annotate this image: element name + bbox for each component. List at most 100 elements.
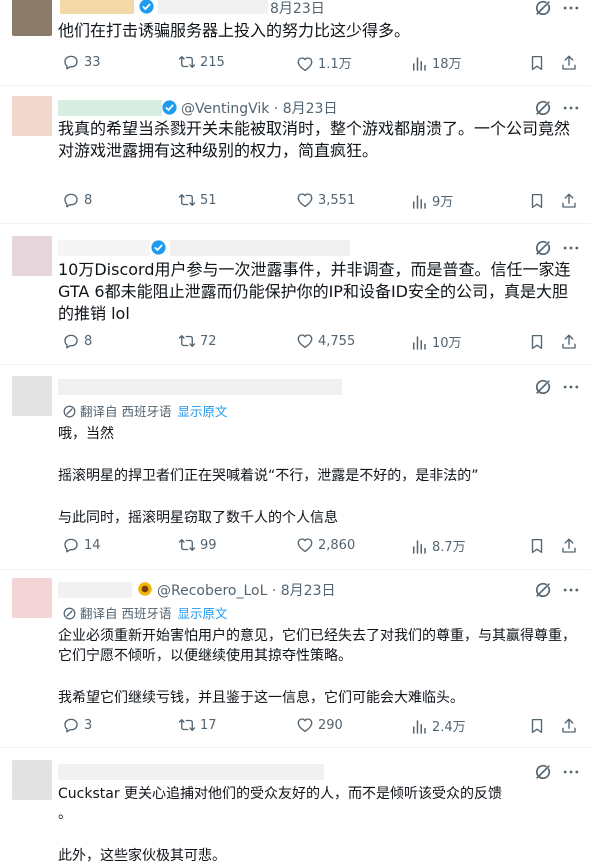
tweet-text: 我真的希望当杀戮开关未能被取消时，整个游戏都崩溃了。一个公司竟然对游戏泄露拥有这… bbox=[58, 119, 571, 160]
views-button[interactable]: 2.4万 bbox=[410, 716, 466, 738]
reply-button[interactable]: 33 bbox=[62, 53, 101, 75]
share-icon[interactable] bbox=[560, 536, 578, 556]
retweet-icon bbox=[178, 719, 196, 731]
like-icon bbox=[297, 334, 313, 349]
retweet-button[interactable]: 51 bbox=[178, 191, 217, 213]
views-icon bbox=[413, 720, 426, 734]
tweet-reply[interactable]: @VentingVik · 8月23日 我真的希望当杀戮开关未能被取消时，整个游… bbox=[0, 86, 591, 224]
reply-button[interactable]: 8 bbox=[62, 332, 92, 354]
author-handle[interactable]: @VentingVik · 8月23日 bbox=[181, 98, 337, 118]
retweet-count: 17 bbox=[200, 718, 217, 733]
retweet-icon bbox=[178, 56, 196, 68]
grok-icon[interactable] bbox=[533, 98, 553, 118]
bookmark-icon[interactable] bbox=[528, 333, 546, 351]
tweet-reply[interactable]: Cuckstar 更关心追捕对他们的受众友好的人，而不是倾听该受众的反馈 。 此… bbox=[0, 748, 591, 867]
views-button[interactable]: 18万 bbox=[410, 53, 462, 75]
views-button[interactable]: 10万 bbox=[410, 332, 462, 354]
reply-icon bbox=[64, 193, 78, 208]
author-name-redacted[interactable] bbox=[60, 0, 134, 14]
share-icon[interactable] bbox=[560, 716, 578, 736]
author-name-redacted[interactable] bbox=[58, 240, 150, 256]
retweet-button[interactable]: 215 bbox=[178, 53, 225, 75]
reply-count: 8 bbox=[84, 193, 93, 208]
reply-count: 8 bbox=[84, 334, 93, 349]
retweet-button[interactable]: 72 bbox=[178, 332, 217, 354]
author-name-redacted[interactable] bbox=[58, 379, 342, 395]
views-button[interactable]: 9万 bbox=[410, 191, 453, 213]
reply-count: 33 bbox=[84, 55, 101, 70]
bookmark-icon[interactable] bbox=[528, 54, 546, 72]
tweet-text: 此外，这些家伙极其可悲。 bbox=[58, 848, 226, 864]
reply-feed: 8月23日 他们在打击诱骗服务器上投入的努力比这少得多。 33 215 1.1万… bbox=[0, 0, 591, 867]
views-icon bbox=[413, 195, 426, 209]
tweet-reply[interactable]: @Recobero_LoL · 8月23日 翻译自 西班牙语 显示原文 企业必须重… bbox=[0, 570, 591, 748]
grok-icon[interactable] bbox=[533, 377, 553, 397]
author-handle[interactable]: @Recobero_LoL · 8月23日 bbox=[157, 580, 335, 600]
tweet-text: 他们在打击诱骗服务器上投入的努力比这少得多。 bbox=[58, 21, 411, 40]
translate-icon bbox=[63, 405, 76, 418]
retweet-count: 99 bbox=[200, 538, 217, 553]
more-icon[interactable] bbox=[561, 98, 581, 118]
avatar[interactable] bbox=[12, 0, 52, 36]
tweet-date[interactable]: 8月23日 bbox=[270, 0, 325, 18]
translated-from-label: 翻译自 西班牙语 bbox=[80, 606, 172, 621]
retweet-button[interactable]: 99 bbox=[178, 536, 217, 558]
show-original-link[interactable]: 显示原文 bbox=[177, 606, 227, 621]
verified-badge-icon bbox=[151, 240, 166, 255]
translate-icon bbox=[63, 607, 76, 620]
more-icon[interactable] bbox=[561, 580, 581, 600]
more-icon[interactable] bbox=[561, 0, 581, 18]
tweet-reply[interactable]: 8月23日 他们在打击诱骗服务器上投入的努力比这少得多。 33 215 1.1万… bbox=[0, 0, 591, 86]
author-name-redacted[interactable] bbox=[58, 764, 324, 780]
like-icon bbox=[297, 718, 313, 733]
avatar[interactable] bbox=[12, 578, 52, 618]
views-count: 10万 bbox=[432, 336, 462, 351]
author-name-redacted[interactable] bbox=[58, 100, 162, 116]
like-button[interactable]: 1.1万 bbox=[296, 53, 352, 75]
tweet-text: 与此同时，摇滚明星窃取了数千人的个人信息 bbox=[58, 510, 338, 526]
like-button[interactable]: 2,860 bbox=[296, 536, 355, 558]
views-count: 2.4万 bbox=[432, 720, 466, 735]
views-count: 9万 bbox=[432, 195, 454, 210]
views-button[interactable]: 8.7万 bbox=[410, 536, 466, 558]
tweet-reply[interactable]: 翻译自 西班牙语 显示原文 哦，当然 摇滚明星的捍卫者们正在哭喊着说“不行，泄露是… bbox=[0, 365, 591, 570]
more-icon[interactable] bbox=[561, 238, 581, 258]
grok-icon[interactable] bbox=[533, 580, 553, 600]
tweet-text: 10万Discord用户参与一次泄露事件，并非调查，而是普查。信任一家连GTA … bbox=[58, 260, 571, 323]
tweet-reply[interactable]: 10万Discord用户参与一次泄露事件，并非调查，而是普查。信任一家连GTA … bbox=[0, 224, 591, 365]
views-count: 18万 bbox=[432, 57, 462, 72]
show-original-link[interactable]: 显示原文 bbox=[177, 404, 227, 419]
more-icon[interactable] bbox=[561, 377, 581, 397]
grok-icon[interactable] bbox=[533, 0, 553, 18]
like-button[interactable]: 3,551 bbox=[296, 191, 355, 213]
author-handle-redacted bbox=[158, 0, 268, 14]
grok-icon[interactable] bbox=[533, 762, 553, 782]
bookmark-icon[interactable] bbox=[528, 717, 546, 735]
bookmark-icon[interactable] bbox=[528, 192, 546, 210]
avatar[interactable] bbox=[12, 236, 52, 276]
like-button[interactable]: 290 bbox=[296, 716, 343, 738]
verified-badge-icon bbox=[139, 0, 154, 14]
reply-button[interactable]: 8 bbox=[62, 191, 92, 213]
avatar[interactable] bbox=[12, 760, 52, 800]
tweet-text: 我希望它们继续亏钱，并且鉴于这一信息，它们可能会大难临头。 bbox=[58, 690, 464, 706]
reply-button[interactable]: 14 bbox=[62, 536, 101, 558]
avatar[interactable] bbox=[12, 376, 52, 416]
grok-icon[interactable] bbox=[533, 238, 553, 258]
more-icon[interactable] bbox=[561, 762, 581, 782]
share-icon[interactable] bbox=[560, 191, 578, 211]
avatar[interactable] bbox=[12, 96, 52, 136]
reply-icon bbox=[64, 55, 78, 70]
tweet-text: 。 bbox=[58, 806, 72, 822]
share-icon[interactable] bbox=[560, 53, 578, 73]
like-count: 3,551 bbox=[318, 193, 356, 208]
like-icon bbox=[297, 57, 313, 72]
bookmark-icon[interactable] bbox=[528, 537, 546, 555]
tweet-text: 哦，当然 bbox=[58, 426, 114, 442]
reply-button[interactable]: 3 bbox=[62, 716, 92, 738]
share-icon[interactable] bbox=[560, 332, 578, 352]
retweet-button[interactable]: 17 bbox=[178, 716, 217, 738]
retweet-icon bbox=[178, 539, 196, 551]
like-button[interactable]: 4,755 bbox=[296, 332, 355, 354]
author-name-redacted[interactable] bbox=[58, 582, 132, 598]
